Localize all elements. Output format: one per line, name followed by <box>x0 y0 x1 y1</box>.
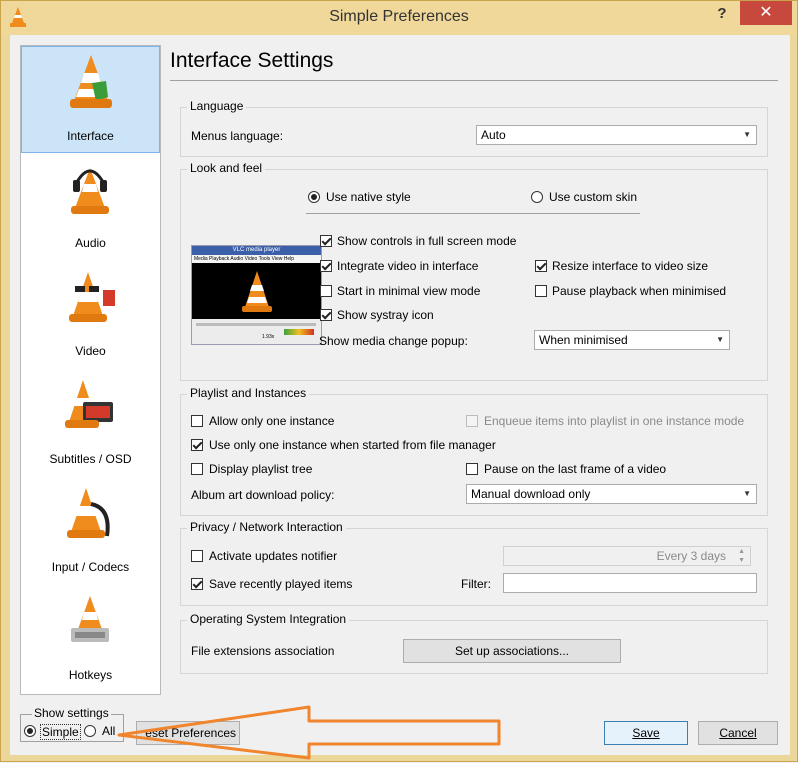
show-settings-label: Show settings <box>32 706 111 720</box>
preferences-window: Simple Preferences ? ✕ Interface Audio V… <box>0 0 798 762</box>
annotation-arrow <box>117 705 501 760</box>
